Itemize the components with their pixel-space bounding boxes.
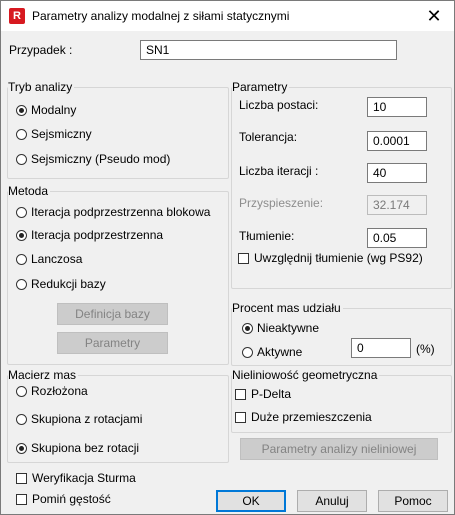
case-field[interactable]: SN1 [140,40,397,60]
radio-indicator [16,104,27,116]
percent-unit-label: (%) [416,342,435,356]
case-label: Przypadek : [9,43,73,57]
p-delta-checkbox[interactable]: P-Delta [235,387,291,401]
mode-count-label: Liczba postaci: [239,98,319,112]
analysis-mode-title: Tryb analizy [8,80,75,94]
checkbox-box [16,472,27,484]
radio-block-subspace-iteration[interactable]: Iteracja podprzestrzenna blokowa [16,205,210,219]
help-button[interactable]: Pomoc [378,490,448,512]
checkbox-box [235,388,246,400]
radio-lumped-without-rotations[interactable]: Skupiona bez rotacji [16,441,139,455]
checkbox-box [238,252,249,264]
geometric-nonlinearity-title: Nieliniowość geometryczna [232,368,380,382]
skip-density-checkbox[interactable]: Pomiń gęstość [16,492,111,506]
radio-label: Iteracja podprzestrzenna [31,228,164,242]
sturm-check-checkbox[interactable]: Weryfikacja Sturma [16,471,136,485]
robot-app-icon: R [9,8,25,24]
nonlinear-parameters-button[interactable]: Parametry analizy nieliniowej [240,438,438,460]
damping-field[interactable]: 0.05 [367,228,427,248]
participation-percent-field[interactable]: 0 [351,338,411,358]
cancel-button[interactable]: Anuluj [297,490,367,512]
radio-seismic[interactable]: Sejsmiczny [16,127,92,141]
radio-indicator [16,278,27,290]
radio-indicator [242,346,253,358]
radio-label: Skupiona bez rotacji [31,441,140,455]
radio-label: Redukcji bazy [31,277,106,291]
radio-indicator [16,229,27,241]
mode-count-field[interactable]: 10 [367,97,427,117]
damping-label: Tłumienie: [239,229,295,243]
mass-participation-title: Procent mas udziału [232,301,343,315]
radio-label: Rozłożona [31,384,88,398]
radio-label: Modalny [31,103,77,117]
method-parameters-button[interactable]: Parametry [57,332,168,354]
checkbox-label: Uwzględnij tłumienie (wg PS92) [254,251,423,265]
radio-indicator [16,253,27,265]
tolerance-label: Tolerancja: [239,130,298,144]
radio-indicator [16,153,27,165]
geometric-nonlinearity-group: Nieliniowość geometryczna [231,368,452,433]
method-title: Metoda [8,184,51,198]
radio-participation-inactive[interactable]: Nieaktywne [242,321,319,335]
radio-label: Aktywne [257,345,303,359]
ok-button[interactable]: OK [216,490,286,512]
parameters-title: Parametry [232,80,290,94]
radio-label: Iteracja podprzestrzenna blokowa [31,205,211,219]
radio-modal[interactable]: Modalny [16,103,76,117]
base-definition-button[interactable]: Definicja bazy [57,303,168,325]
radio-lanczos[interactable]: Lanczosa [16,252,82,266]
checkbox-box [16,493,27,505]
radio-indicator [16,128,27,140]
checkbox-label: P-Delta [251,387,292,401]
radio-indicator [16,413,27,425]
checkbox-box [235,411,246,423]
include-damping-checkbox[interactable]: Uwzględnij tłumienie (wg PS92) [238,251,423,265]
radio-indicator [242,322,253,334]
mass-matrix-title: Macierz mas [8,368,79,382]
radio-indicator [16,206,27,218]
radio-indicator [16,442,27,454]
tolerance-field[interactable]: 0.0001 [367,131,427,151]
radio-indicator [16,385,27,397]
radio-label: Nieaktywne [257,321,320,335]
checkbox-label: Weryfikacja Sturma [32,471,136,485]
iterations-label: Liczba iteracji : [239,164,319,178]
radio-participation-active[interactable]: Aktywne [242,345,302,359]
acceleration-label: Przyspieszenie: [239,196,324,210]
radio-lumped-with-rotations[interactable]: Skupiona z rotacjami [16,412,142,426]
checkbox-label: Pomiń gęstość [32,492,111,506]
radio-distributed-mass[interactable]: Rozłożona [16,384,88,398]
radio-subspace-iteration[interactable]: Iteracja podprzestrzenna [16,228,163,242]
title-bar: R Parametry analizy modalnej z siłami st… [1,1,454,31]
iterations-field[interactable]: 40 [367,163,427,183]
radio-base-reduction[interactable]: Redukcji bazy [16,277,106,291]
window-title: Parametry analizy modalnej z siłami stat… [32,9,290,23]
radio-seismic-pseudo[interactable]: Sejsmiczny (Pseudo mod) [16,152,170,166]
large-displacements-checkbox[interactable]: Duże przemieszczenia [235,410,372,424]
radio-label: Skupiona z rotacjami [31,412,143,426]
acceleration-field[interactable]: 32.174 [367,195,427,215]
dialog-window: R Parametry analizy modalnej z siłami st… [0,0,455,515]
radio-label: Lanczosa [31,252,83,266]
radio-label: Sejsmiczny [31,127,92,141]
radio-label: Sejsmiczny (Pseudo mod) [31,152,171,166]
close-icon[interactable]: ✕ [424,6,444,26]
checkbox-label: Duże przemieszczenia [251,410,372,424]
